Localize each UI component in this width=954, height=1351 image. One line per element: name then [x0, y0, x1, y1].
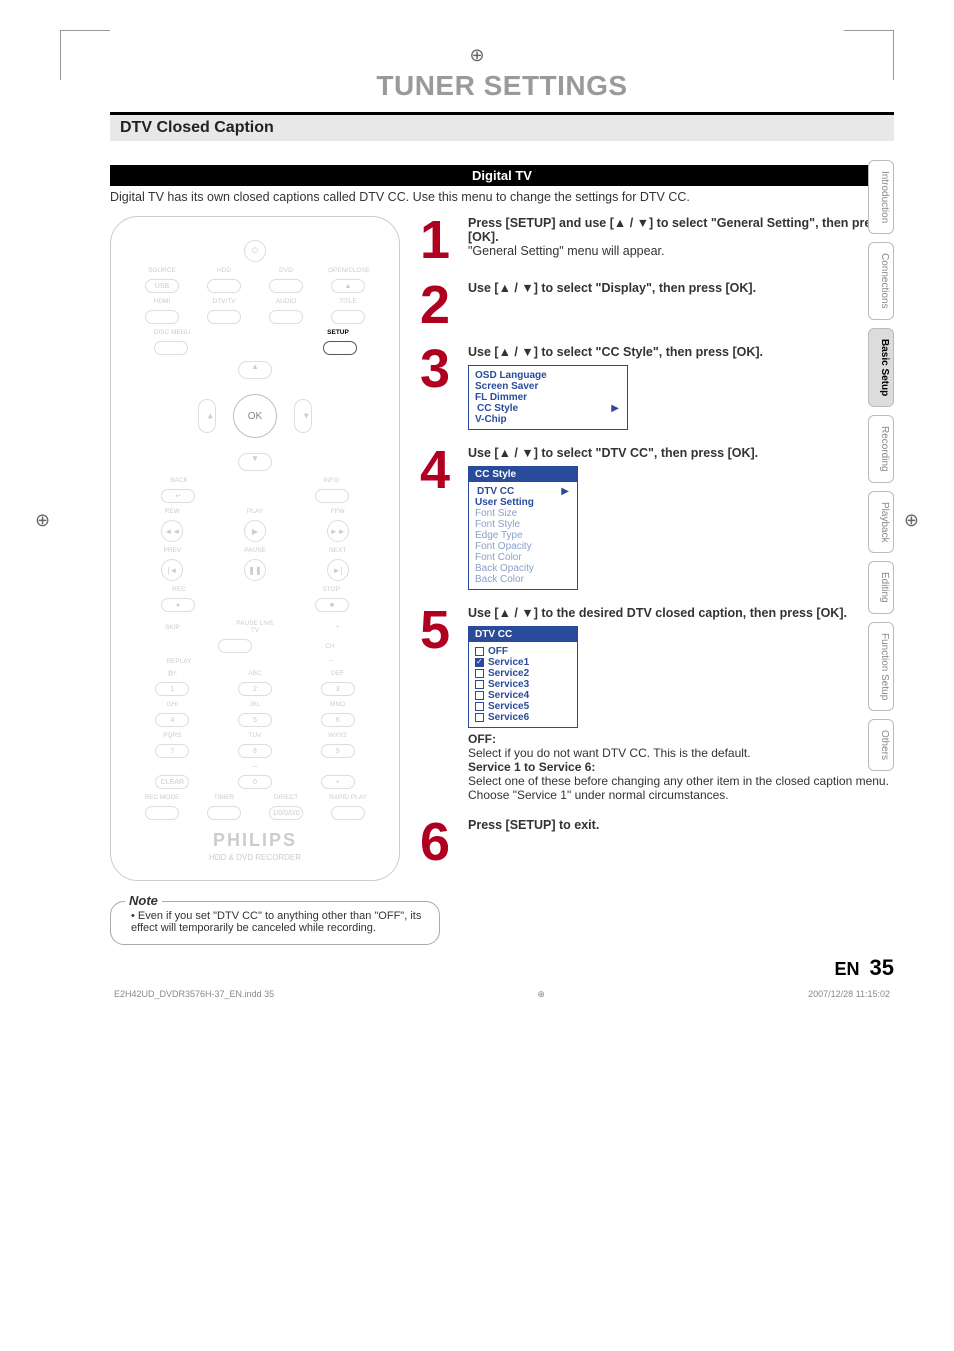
section-header: DTV Closed Caption	[110, 112, 894, 141]
service-text: Select one of these before changing any …	[468, 774, 889, 802]
side-tab-function-setup: Function Setup	[868, 622, 894, 711]
side-tab-connections: Connections	[868, 242, 894, 320]
footer-meta: E2H42UD_DVDR3576H-37_EN.indd 35 ⊕ 2007/1…	[110, 989, 894, 1000]
side-tab-others: Others	[868, 719, 894, 771]
step-1-text: "General Setting" menu will appear.	[468, 244, 664, 258]
step-1-bold: Press [SETUP] and use [▲ / ▼] to select …	[468, 216, 885, 244]
side-tab-playback: Playback	[868, 491, 894, 554]
crop-mark	[844, 30, 894, 80]
osd-dtvcc-menu: DTV CC OFF Service1 Service2 Service3 Se…	[468, 626, 578, 728]
registration-mark-top: ⊕	[469, 45, 484, 66]
arrow-down-button: ▼	[238, 453, 272, 471]
step-4-bold: Use [▲ / ▼] to select "DTV CC", then pre…	[468, 446, 758, 460]
ok-button: OK	[233, 394, 277, 438]
page-title: TUNER SETTINGS	[110, 70, 894, 102]
step-2-bold: Use [▲ / ▼] to select "Display", then pr…	[468, 281, 756, 295]
brand-subtitle: HDD & DVD RECORDER	[131, 853, 379, 862]
ok-dpad: ▲ ▼ ◄ ► OK	[190, 361, 320, 471]
remote-control-diagram: ⏻ SOURCE HDD DVD OPEN/CLOSE USB▲ HDMI DT…	[110, 216, 400, 881]
side-tab-basic-setup: Basic Setup	[868, 328, 894, 407]
osd-display-menu: OSD Language Screen Saver FL Dimmer CC S…	[468, 365, 628, 430]
step-number-4: 4	[420, 446, 460, 590]
note-item: Even if you set "DTV CC" to anything oth…	[131, 910, 427, 934]
page-number: EN35	[835, 955, 895, 980]
footer-file: E2H42UD_DVDR3576H-37_EN.indd 35	[114, 989, 274, 1000]
footer-timestamp: 2007/12/28 11:15:02	[808, 989, 890, 1000]
step-number-5: 5	[420, 606, 460, 802]
triangle-right-icon	[561, 486, 569, 497]
arrow-up-button: ▲	[238, 361, 272, 379]
off-label: OFF:	[468, 732, 496, 746]
triangle-right-icon	[611, 403, 619, 414]
step-number-2: 2	[420, 281, 460, 330]
step-3-bold: Use [▲ / ▼] to select "CC Style", then p…	[468, 345, 763, 359]
side-tabs: Introduction Connections Basic Setup Rec…	[868, 160, 894, 771]
intro-paragraph: Digital TV has its own closed captions c…	[110, 190, 894, 204]
step-6-bold: Press [SETUP] to exit.	[468, 818, 599, 832]
arrow-right-button: ►	[294, 399, 312, 433]
note-box: Note Even if you set "DTV CC" to anythin…	[110, 901, 440, 945]
registration-mark-left: ⊕	[35, 510, 50, 531]
side-tab-editing: Editing	[868, 561, 894, 614]
step-number-6: 6	[420, 818, 460, 867]
sub-heading-bar: Digital TV	[110, 165, 894, 186]
setup-label: SETUP	[318, 329, 358, 336]
side-tab-introduction: Introduction	[868, 160, 894, 234]
arrow-left-button: ◄	[198, 399, 216, 433]
registration-mark-right: ⊕	[904, 510, 919, 531]
step-number-3: 3	[420, 345, 460, 430]
side-tab-recording: Recording	[868, 415, 894, 483]
crop-mark	[60, 30, 110, 80]
off-text: Select if you do not want DTV CC. This i…	[468, 746, 751, 760]
service-label: Service 1 to Service 6:	[468, 760, 595, 774]
brand-logo: PHILIPS	[131, 830, 379, 851]
note-title: Note	[125, 893, 162, 908]
step-number-1: 1	[420, 216, 460, 265]
step-5-bold: Use [▲ / ▼] to the desired DTV closed ca…	[468, 606, 847, 620]
osd-ccstyle-menu: CC Style DTV CC User Setting Font Size F…	[468, 466, 578, 590]
